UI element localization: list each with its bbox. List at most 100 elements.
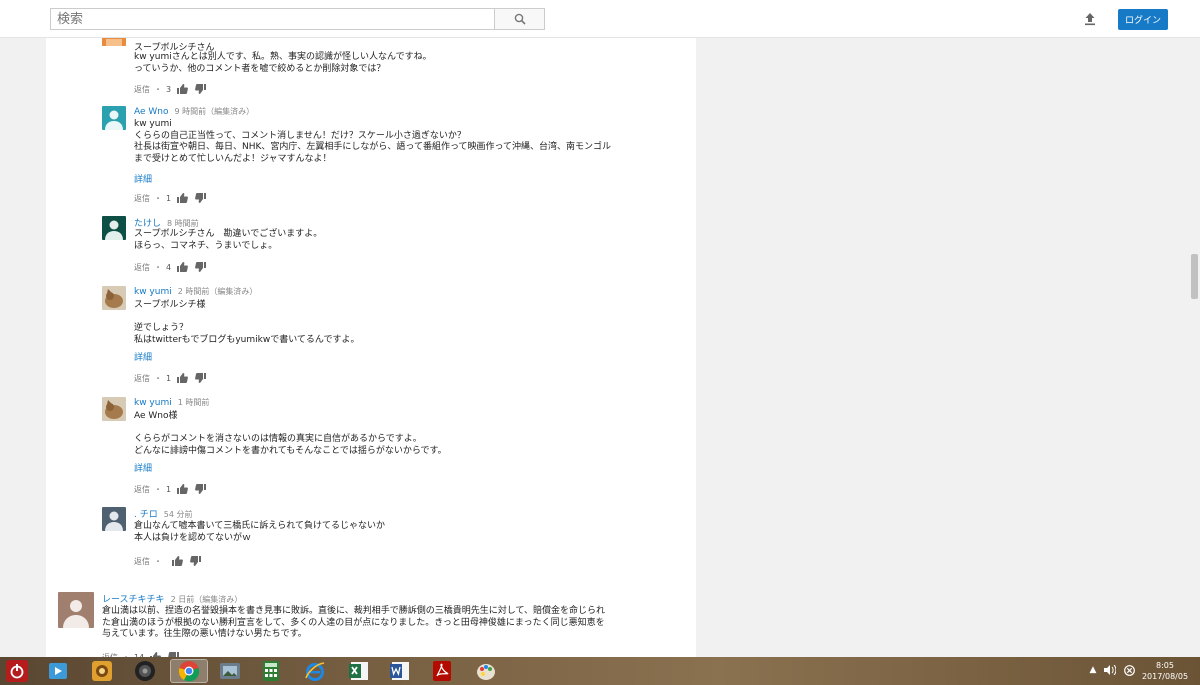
comment-time[interactable]: 1 時間前 <box>178 397 210 408</box>
separator: ・ <box>154 84 162 94</box>
thumb-down-icon[interactable] <box>193 83 207 95</box>
thumb-up-icon[interactable] <box>175 83 189 95</box>
clock-date: 2017/08/05 <box>1141 672 1189 681</box>
comment-text: kw yumiさんとは別人です、私。熟、事実の認識が怪しい人なんですね。 ってい… <box>134 52 432 74</box>
comment-text: 倉山満は以前、捏造の名誉毀損本を書き見事に敗訴。直後に、裁判相手で勝訴側の三橋貴… <box>102 606 606 640</box>
internet-explorer-icon <box>305 662 325 681</box>
avatar[interactable] <box>102 507 126 531</box>
comment-author[interactable]: kw yumi <box>134 398 172 408</box>
comment-text: スープボルシチ様 逆でしょう？ 私はtwitterもでブログもyumikwで書い… <box>134 300 360 345</box>
game-app[interactable] <box>90 659 114 683</box>
scrollbar-thumb[interactable] <box>1191 254 1198 299</box>
avatar[interactable] <box>58 592 94 628</box>
thumb-down-icon[interactable] <box>193 261 207 273</box>
system-clock[interactable]: 8:05 2017/08/05 <box>1135 660 1195 682</box>
read-more-link[interactable]: 詳細 <box>134 350 152 363</box>
cat-avatar-image <box>102 286 126 310</box>
thumb-down-icon[interactable] <box>193 372 207 384</box>
thumb-up-icon[interactable] <box>175 372 189 384</box>
thumb-up-icon[interactable] <box>175 192 189 204</box>
cat-avatar-image <box>102 397 126 421</box>
thumb-down-icon[interactable] <box>193 483 207 495</box>
taskbar: ▲ 8:05 2017/08/05 <box>0 657 1200 685</box>
chrome-app[interactable] <box>170 659 208 683</box>
avatar[interactable] <box>102 216 126 240</box>
ie-app[interactable] <box>303 659 327 683</box>
volume-icon[interactable] <box>1103 659 1117 681</box>
calculator-app[interactable] <box>259 659 283 683</box>
reply-button[interactable]: 返信 <box>134 193 150 204</box>
like-count: 1 <box>166 484 172 494</box>
like-count: 1 <box>166 193 172 203</box>
comment-text: kw yumi くららの自己正当性って、コメント消しません！だけ？スケール小さ過… <box>134 119 612 164</box>
calculator-icon <box>263 661 279 681</box>
clock-time: 8:05 <box>1156 661 1174 670</box>
game-icon <box>92 661 112 681</box>
comment-author[interactable]: たけし <box>134 216 161 229</box>
reply-button[interactable]: 返信 <box>134 556 150 567</box>
comment-section: スープボルシチさん kw yumiさんとは別人です、私。熟、事実の認識が怪しい人… <box>46 38 696 657</box>
search-icon <box>514 13 526 25</box>
avatar-image <box>58 592 94 628</box>
upload-icon <box>1085 13 1095 26</box>
read-more-link[interactable]: 詳細 <box>134 172 152 185</box>
speaker-icon <box>135 661 155 681</box>
separator: ・ <box>154 556 162 566</box>
photo-app[interactable] <box>218 659 242 683</box>
comment-author[interactable]: Ae Wno <box>134 107 169 117</box>
acrobat-app[interactable] <box>430 659 454 683</box>
like-count: 4 <box>166 262 172 272</box>
comment-text: 倉山なんて嘘本書いて三橋氏に訴えられて負けてるじゃないか 本人は負けを認めてない… <box>134 521 386 543</box>
power-icon <box>6 660 28 682</box>
comment-author[interactable]: . チロ <box>134 507 158 520</box>
thumb-up-icon[interactable] <box>175 261 189 273</box>
read-more-link[interactable]: 詳細 <box>134 461 152 474</box>
comment-author[interactable]: kw yumi <box>134 287 172 297</box>
avatar[interactable] <box>102 38 126 46</box>
search-button[interactable] <box>494 8 545 30</box>
thumb-down-icon[interactable] <box>193 192 207 204</box>
reply-button[interactable]: 返信 <box>134 262 150 273</box>
separator: ・ <box>154 262 162 272</box>
avatar[interactable] <box>102 286 126 310</box>
upload-button[interactable] <box>1080 9 1100 29</box>
excel-icon <box>349 662 368 680</box>
reply-button[interactable]: 返信 <box>134 484 150 495</box>
comment-author[interactable]: レースチキチキ <box>102 592 165 605</box>
avatar-image <box>102 106 126 130</box>
thumb-down-icon[interactable] <box>188 555 202 567</box>
network-status-icon[interactable] <box>1122 659 1136 681</box>
comment-time[interactable]: 8 時間前 <box>167 218 199 229</box>
excel-app[interactable] <box>347 659 371 683</box>
media-player-icon <box>49 663 67 679</box>
avatar-image <box>102 507 126 531</box>
login-button[interactable]: ログイン <box>1118 9 1168 30</box>
avatar[interactable] <box>102 106 126 130</box>
photo-icon <box>220 663 240 679</box>
reply-button[interactable]: 返信 <box>134 84 150 95</box>
paint-icon <box>477 664 495 680</box>
thumb-up-icon[interactable] <box>175 483 189 495</box>
avatar[interactable] <box>102 397 126 421</box>
speaker-app[interactable] <box>133 659 157 683</box>
comment-text: スープボルシチさん 勘違いでございますよ。 ほらっ、コマネチ、うまいでしょ。 <box>134 229 323 251</box>
media-player-app[interactable] <box>46 659 70 683</box>
comment-time[interactable]: 9 時間前（編集済み） <box>175 106 255 117</box>
tray-expand-icon[interactable]: ▲ <box>1086 659 1100 681</box>
avatar-image <box>102 216 126 240</box>
chrome-icon <box>178 661 200 682</box>
thumb-up-icon[interactable] <box>170 555 184 567</box>
separator: ・ <box>154 193 162 203</box>
reply-button[interactable]: 返信 <box>134 373 150 384</box>
paint-app[interactable] <box>474 659 498 683</box>
like-count: 1 <box>166 373 172 383</box>
word-icon <box>390 662 409 680</box>
like-count: 3 <box>166 84 172 94</box>
comment-time[interactable]: 2 日前（編集済み） <box>171 594 243 605</box>
power-app[interactable] <box>5 659 29 683</box>
search-input[interactable] <box>50 8 494 30</box>
comment-time[interactable]: 2 時間前（編集済み） <box>178 286 258 297</box>
word-app[interactable] <box>388 659 412 683</box>
comment-time[interactable]: 54 分前 <box>164 509 193 520</box>
page-scrollbar[interactable] <box>1189 38 1200 657</box>
